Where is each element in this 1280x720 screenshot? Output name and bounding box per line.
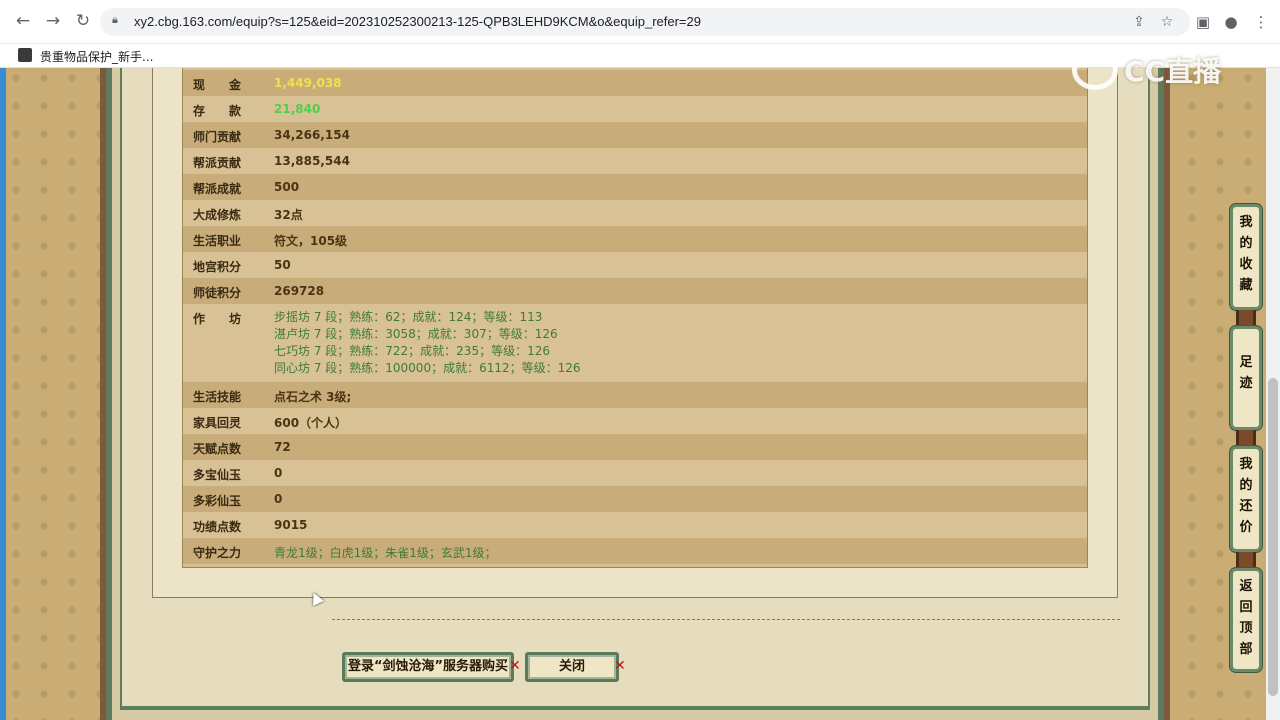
page-content: 现 金 1,449,038 存 款 21,840 师门贡献 34,266,154… bbox=[0, 68, 1280, 720]
watermark-text: CC直播 bbox=[1124, 55, 1222, 88]
table-row: 守护之力 青龙1级；白虎1级；朱雀1级；玄武1级； bbox=[183, 538, 1087, 564]
forward-icon[interactable]: → bbox=[42, 10, 64, 32]
side-btn-history[interactable]: 足迹 bbox=[1230, 326, 1262, 430]
row-label: 生活技能 bbox=[193, 390, 242, 404]
watermark-logo-icon bbox=[1072, 50, 1118, 90]
row-label: 师徒积分 bbox=[193, 286, 242, 300]
character-info-table: 现 金 1,449,038 存 款 21,840 师门贡献 34,266,154… bbox=[182, 68, 1088, 568]
side-btn-label: 足迹 bbox=[1239, 355, 1253, 391]
divider bbox=[332, 619, 1120, 620]
table-row: 师徒积分 269728 bbox=[183, 278, 1087, 304]
table-row: 大成修炼 32点 bbox=[183, 200, 1087, 226]
row-label: 守护之力 bbox=[193, 546, 242, 560]
row-value-cash: 1,449,038 bbox=[274, 76, 342, 90]
table-row: 多彩仙玉 0 bbox=[183, 486, 1087, 512]
close-x-icon: ✕ bbox=[509, 658, 521, 674]
reload-icon[interactable]: ↻ bbox=[72, 10, 94, 32]
table-row: 存 款 21,840 bbox=[183, 96, 1087, 122]
row-value: 0 bbox=[274, 466, 283, 480]
row-label: 家具回灵 bbox=[193, 416, 242, 430]
login-button-label: 登录“剑蚀沧海”服务器购买 bbox=[347, 659, 509, 674]
row-value: 9015 bbox=[274, 518, 308, 532]
row-value: 13,885,544 bbox=[274, 154, 350, 168]
row-label: 大成修炼 bbox=[193, 208, 242, 222]
close-button[interactable]: 关闭 bbox=[525, 652, 619, 682]
sidebar-icon[interactable]: ▣ bbox=[1192, 11, 1214, 33]
star-icon[interactable]: ☆ bbox=[1158, 13, 1176, 31]
lock-icon: 🔒︎ bbox=[112, 13, 118, 26]
workshop-line: 步摇坊 7 段；熟练：62；成就：124；等级：113 bbox=[274, 310, 543, 324]
side-connector bbox=[1236, 552, 1256, 568]
side-connector bbox=[1236, 310, 1256, 326]
row-label: 生活职业 bbox=[193, 234, 242, 248]
close-x-icon: ✕ bbox=[614, 658, 626, 674]
table-row: 多宝仙玉 0 bbox=[183, 460, 1087, 486]
row-value: 500 bbox=[274, 180, 300, 194]
row-label-cash: 现 金 bbox=[193, 78, 242, 92]
row-value: 32点 bbox=[274, 208, 303, 222]
row-value: 600（个人） bbox=[274, 416, 348, 430]
bookmark-favicon-icon bbox=[18, 48, 32, 62]
share-icon[interactable]: ⇪ bbox=[1130, 13, 1148, 31]
side-connector bbox=[1236, 430, 1256, 446]
row-value: 72 bbox=[274, 440, 291, 454]
table-row: 生活技能 点石之术 3级; bbox=[183, 382, 1087, 408]
bookmark-item[interactable]: 贵重物品保护_新手... bbox=[40, 48, 153, 65]
scrollbar-thumb[interactable] bbox=[1268, 378, 1278, 696]
frame-bottom bbox=[120, 708, 1150, 720]
row-label: 帮派成就 bbox=[193, 182, 242, 196]
side-btn-label: 我的还价 bbox=[1239, 457, 1253, 535]
back-icon[interactable]: ← bbox=[12, 10, 34, 32]
table-row: 帮派成就 500 bbox=[183, 174, 1087, 200]
side-btn-label: 返回顶部 bbox=[1239, 579, 1253, 657]
url-text[interactable]: xy2.cbg.163.com/equip?s=125&eid=20231025… bbox=[134, 14, 701, 29]
row-label: 功绩点数 bbox=[193, 520, 242, 534]
row-value: 点石之术 3级; bbox=[274, 390, 352, 404]
row-value-deposit: 21,840 bbox=[274, 102, 321, 116]
workshop-line: 湛卢坊 7 段；熟练：3058；成就：307；等级：126 bbox=[274, 327, 558, 341]
row-label-deposit: 存 款 bbox=[193, 104, 242, 118]
browser-toolbar: ← → ↻ 🔒︎ xy2.cbg.163.com/equip?s=125&eid… bbox=[0, 0, 1280, 44]
row-value: 0 bbox=[274, 492, 283, 506]
table-row: 师门贡献 34,266,154 bbox=[183, 122, 1087, 148]
side-btn-back-to-top[interactable]: 返回顶部 bbox=[1230, 568, 1262, 672]
table-row-workshop: 作 坊 步摇坊 7 段；熟练：62；成就：124；等级：113 湛卢坊 7 段；… bbox=[183, 304, 1087, 382]
workshop-lines: 步摇坊 7 段；熟练：62；成就：124；等级：113 湛卢坊 7 段；熟练：3… bbox=[274, 309, 581, 377]
side-btn-my-bargains[interactable]: 我的还价 bbox=[1230, 446, 1262, 552]
table-row: 帮派贡献 13,885,544 bbox=[183, 148, 1087, 174]
table-row: 天赋点数 72 bbox=[183, 434, 1087, 460]
table-row: 家具回灵 600（个人） bbox=[183, 408, 1087, 434]
row-label: 多彩仙玉 bbox=[193, 494, 242, 508]
address-bar[interactable]: 🔒︎ xy2.cbg.163.com/equip?s=125&eid=20231… bbox=[100, 8, 1190, 36]
row-label: 天赋点数 bbox=[193, 442, 242, 456]
workshop-line: 同心坊 7 段；熟练：100000；成就：6112；等级：126 bbox=[274, 361, 581, 375]
row-value: 50 bbox=[274, 258, 291, 272]
row-value-guardian: 青龙1级；白虎1级；朱雀1级；玄武1级； bbox=[274, 546, 497, 560]
close-button-label: 关闭 bbox=[558, 659, 585, 674]
row-value: 269728 bbox=[274, 284, 325, 298]
table-row: 生活职业 符文，105级 bbox=[183, 226, 1087, 252]
row-label: 多宝仙玉 bbox=[193, 468, 242, 482]
row-label-workshop: 作 坊 bbox=[193, 312, 242, 326]
menu-icon[interactable]: ⋮ bbox=[1250, 11, 1272, 33]
row-value: 符文，105级 bbox=[274, 234, 348, 248]
table-row: 现 金 1,449,038 bbox=[183, 70, 1087, 96]
row-label: 地宫积分 bbox=[193, 260, 242, 274]
table-row: 功绩点数 9015 bbox=[183, 512, 1087, 538]
table-row: 地宫积分 50 bbox=[183, 252, 1087, 278]
side-btn-label: 我的收藏 bbox=[1239, 215, 1253, 293]
row-label: 师门贡献 bbox=[193, 130, 242, 144]
login-server-buy-button[interactable]: 登录“剑蚀沧海”服务器购买 bbox=[342, 652, 514, 682]
workshop-line: 七巧坊 7 段；熟练：722；成就：235；等级：126 bbox=[274, 344, 550, 358]
row-label: 帮派贡献 bbox=[193, 156, 242, 170]
side-btn-favorites[interactable]: 我的收藏 bbox=[1230, 204, 1262, 310]
row-value: 34,266,154 bbox=[274, 128, 350, 142]
profile-icon[interactable]: ● bbox=[1220, 11, 1242, 33]
